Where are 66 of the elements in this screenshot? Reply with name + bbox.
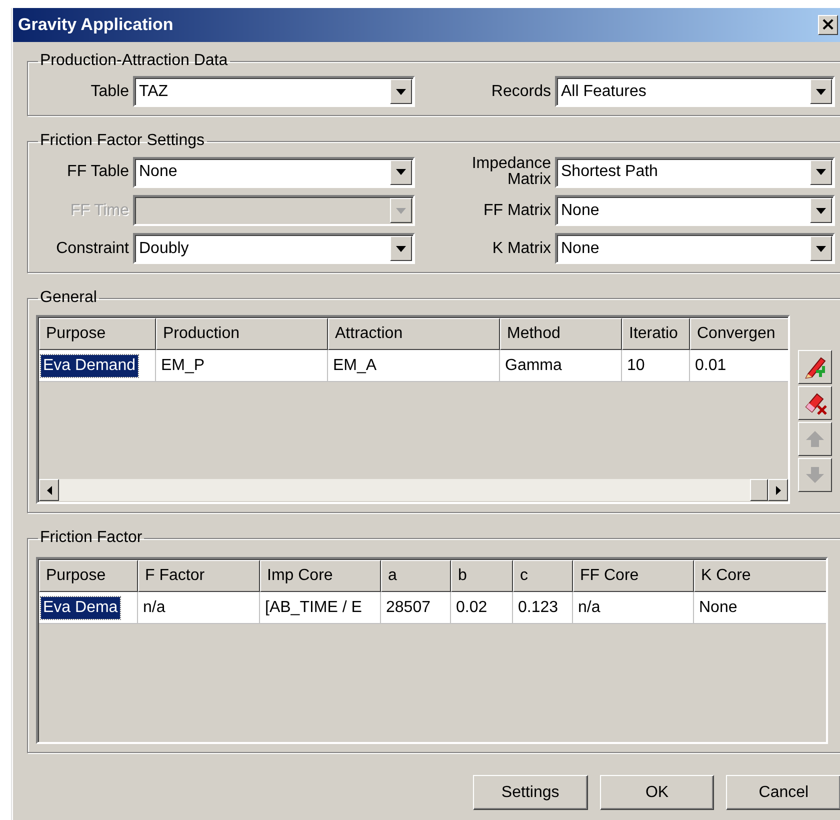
table-cell: 0.123 <box>513 592 573 624</box>
dropdown[interactable]: None <box>555 195 835 226</box>
group-title: Production-Attraction Data <box>39 52 229 70</box>
delete-button[interactable] <box>798 386 832 420</box>
close-button[interactable]: × <box>818 15 838 35</box>
down-arrow-icon <box>805 465 825 485</box>
right-arrow-icon <box>776 486 780 494</box>
caret-icon <box>396 169 406 175</box>
dropdown[interactable]: Doubly <box>133 233 415 264</box>
table-cell: Gamma <box>500 350 622 382</box>
field-label: FF Matrix <box>482 202 551 218</box>
add-button[interactable] <box>798 350 832 384</box>
column-header[interactable]: b <box>451 560 513 592</box>
column-header[interactable]: a <box>381 560 451 592</box>
left-arrow-icon <box>46 486 52 494</box>
caret-icon <box>816 208 826 214</box>
field-label: Records <box>490 84 551 100</box>
dropdown[interactable]: None <box>555 233 835 264</box>
table-cell[interactable]: Eva Demand <box>41 354 138 376</box>
column-header[interactable]: FF Core <box>573 560 694 592</box>
column-header[interactable]: Iteratio <box>622 318 690 350</box>
dialog-button[interactable]: Settings <box>473 775 588 810</box>
dropdown[interactable]: TAZ <box>133 76 415 107</box>
caret-icon <box>396 88 406 94</box>
column-header[interactable]: c <box>513 560 573 592</box>
table-cell: 10 <box>622 350 690 382</box>
caret-icon <box>396 208 406 214</box>
caret-icon <box>396 246 406 252</box>
window-title: Gravity Application <box>18 15 174 35</box>
caret-icon <box>816 246 826 252</box>
group-title: Friction Factor Settings <box>39 132 206 150</box>
caret-icon <box>816 169 826 175</box>
column-header[interactable]: Method <box>500 318 622 350</box>
field-label: K Matrix <box>491 240 551 256</box>
table-cell: n/a <box>573 592 694 624</box>
field-label: Impedance Matrix <box>470 156 551 188</box>
dropdown[interactable]: Shortest Path <box>555 156 835 188</box>
up-arrow-icon <box>805 429 825 449</box>
table-cell: EM_P <box>156 350 328 382</box>
column-header[interactable]: K Core <box>694 560 826 592</box>
group-title: General <box>39 289 98 307</box>
table-cell: None <box>694 592 826 624</box>
field-label: Constraint <box>55 240 129 256</box>
column-header[interactable]: F Factor <box>138 560 260 592</box>
table-cell: 0.02 <box>451 592 513 624</box>
table-cell: n/a <box>138 592 260 624</box>
group-title: Friction Factor <box>39 529 144 547</box>
field-label: Table <box>90 84 129 100</box>
dialog-button[interactable]: OK <box>600 775 714 810</box>
field-label: FF Table <box>66 164 129 180</box>
table-cell: 0.01 <box>690 350 788 382</box>
scrollbar-thumb[interactable] <box>750 479 768 501</box>
column-header[interactable]: Attraction <box>328 318 500 350</box>
column-header[interactable]: Production <box>156 318 328 350</box>
table-cell: [AB_TIME / E <box>260 592 381 624</box>
column-header[interactable]: Purpose <box>39 318 156 350</box>
column-header[interactable]: Purpose <box>39 560 138 592</box>
column-header[interactable]: Imp Core <box>260 560 381 592</box>
table-cell: EM_A <box>328 350 500 382</box>
dropdown[interactable]: All Features <box>555 76 835 107</box>
table-cell: 28507 <box>381 592 451 624</box>
dialog-button[interactable]: Cancel <box>726 775 840 810</box>
caret-icon <box>816 88 826 94</box>
table-cell[interactable]: Eva Dema <box>41 596 120 618</box>
horizontal-scrollbar[interactable] <box>39 479 788 501</box>
dropdown[interactable]: None <box>133 156 415 188</box>
